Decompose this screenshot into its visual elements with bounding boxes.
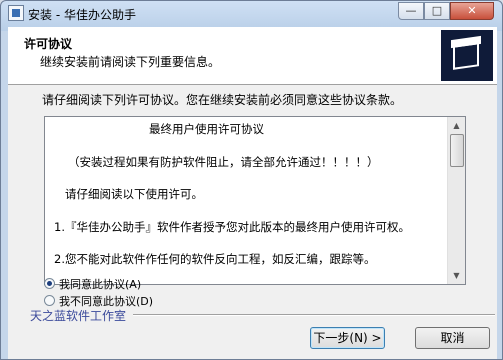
scroll-down-icon[interactable]: ▼	[448, 267, 465, 284]
license-line: （安装过程如果有防护软件阻止，请全部允许通过！！！！）	[68, 155, 379, 169]
studio-label: 天之蓝软件工作室	[30, 309, 127, 323]
scroll-thumb[interactable]	[450, 134, 464, 167]
wizard-header: 许可协议 继续安装前请阅读下列重要信息。	[8, 27, 497, 85]
accept-radio[interactable]	[44, 278, 55, 289]
license-scrollbar[interactable]: ▲ ▼	[447, 117, 465, 284]
installer-logo-icon	[441, 30, 493, 81]
license-intro-text: 请仔细阅读下列许可协议。您在继续安装前必须同意这些协议条款。	[42, 93, 403, 107]
license-line: 1.『华佳办公助手』软件作者授予您对此版本的最终用户使用许可权。	[54, 220, 410, 234]
maximize-button[interactable]: □	[424, 2, 450, 20]
app-icon	[8, 5, 24, 21]
minimize-button[interactable]: —	[398, 2, 424, 20]
scroll-up-icon[interactable]: ▲	[448, 117, 465, 134]
page-title: 许可协议	[24, 37, 73, 51]
footer-divider	[133, 314, 495, 316]
close-button[interactable]: ✕	[450, 2, 494, 20]
title-bar[interactable]: 安装 - 华佳办公助手 — □ ✕	[1, 1, 502, 27]
wizard-client-area: 许可协议 继续安装前请阅读下列重要信息。 请仔细阅读下列许可协议。您在继续安装前…	[8, 27, 497, 359]
installer-window: 安装 - 华佳办公助手 — □ ✕ 许可协议 继续安装前请阅读下列重要信息。 请…	[0, 0, 503, 360]
license-line: 请仔细阅读以下使用许可。	[65, 187, 203, 201]
accept-option[interactable]: 我同意此协议(A)	[44, 276, 141, 292]
page-subtitle: 继续安装前请阅读下列重要信息。	[40, 55, 221, 69]
next-button[interactable]: 下一步(N) >	[310, 327, 385, 349]
license-line: 最终用户使用许可协议	[149, 122, 264, 136]
decline-radio[interactable]	[44, 295, 55, 306]
license-text-box[interactable]: 最终用户使用许可协议 （安装过程如果有防护软件阻止，请全部允许通过！！！！） 请…	[44, 116, 466, 285]
accept-label[interactable]: 我同意此协议(A)	[59, 278, 141, 291]
cancel-button[interactable]: 取消	[415, 327, 490, 349]
license-line: 2.您不能对此软件作任何的软件反向工程，如反汇编，跟踪等。	[54, 252, 376, 266]
window-title: 安装 - 华佳办公助手	[28, 8, 136, 22]
